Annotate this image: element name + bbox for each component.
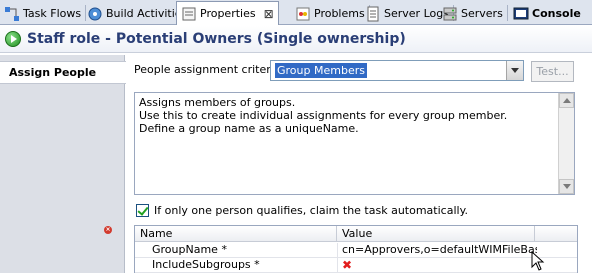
error-icon: × <box>104 226 112 234</box>
tab-label: Problems <box>314 7 365 20</box>
tab-label: Servers <box>461 7 503 20</box>
tab-servers[interactable]: Servers <box>438 2 508 25</box>
task-flows-icon <box>4 6 20 22</box>
param-value[interactable]: ✖ <box>337 258 537 273</box>
tab-task-flows[interactable]: Task Flows <box>0 2 87 25</box>
description-line: Assigns members of groups. <box>139 96 296 109</box>
column-header-value[interactable]: Value <box>337 226 535 242</box>
auto-claim-checkbox[interactable] <box>136 204 149 217</box>
properties-icon <box>181 6 197 22</box>
description-textarea[interactable]: Assigns members of groups. Use this to c… <box>134 92 575 195</box>
mouse-cursor-icon <box>531 251 545 271</box>
column-header-filler <box>535 226 577 242</box>
sidebar-item-assign-people[interactable]: Assign People <box>0 61 126 84</box>
scroll-down-icon[interactable] <box>559 179 574 194</box>
tab-properties[interactable]: Properties ⊠ <box>176 1 279 25</box>
param-name: IncludeSubgroups * <box>152 258 260 271</box>
tab-problems[interactable]: Problems <box>291 2 370 25</box>
run-icon <box>5 31 21 47</box>
close-icon[interactable]: ⊠ <box>264 7 274 21</box>
description-line: Define a group name as a uniqueName. <box>139 122 359 135</box>
build-activities-icon <box>87 6 103 22</box>
criteria-selected-value: Group Members <box>275 63 367 78</box>
description-line: Use this to create individual assignment… <box>139 109 508 122</box>
problems-icon <box>295 6 311 22</box>
editor-header: Staff role - Potential Owners (Single ow… <box>0 26 592 53</box>
vertical-scrollbar[interactable] <box>558 93 574 194</box>
tab-label: Task Flows <box>23 7 82 20</box>
view-tab-strip: Task Flows Build Activities Properties ⊠… <box>0 0 592 25</box>
error-x-icon: ✖ <box>342 258 353 272</box>
console-icon <box>513 6 529 22</box>
page-title: Staff role - Potential Owners (Single ow… <box>27 31 406 47</box>
table-row[interactable]: GroupName * cn=Approvers,o=defaultWIMFil… <box>135 243 577 258</box>
table-row[interactable]: IncludeSubgroups * ✖ <box>135 258 577 273</box>
scroll-up-icon[interactable] <box>559 93 574 108</box>
test-button[interactable]: Test... <box>531 61 574 82</box>
auto-claim-label: If only one person qualifies, claim the … <box>154 204 469 217</box>
sidebar: Assign People <box>0 55 126 273</box>
tab-label: Properties <box>200 7 256 20</box>
tab-label: Console <box>532 7 581 20</box>
tab-console[interactable]: Console <box>509 2 585 25</box>
column-header-name[interactable]: Name <box>135 226 337 242</box>
parameters-table: Name Value GroupName * cn=Approvers,o=de… <box>134 225 578 273</box>
chevron-down-icon[interactable] <box>506 61 523 80</box>
servers-icon <box>442 6 458 22</box>
criteria-label: People assignment criteria: <box>134 63 285 76</box>
param-name: GroupName * <box>152 243 227 256</box>
param-value[interactable]: cn=Approvers,o=defaultWIMFileBas... <box>337 243 537 258</box>
criteria-select[interactable]: Group Members <box>270 60 524 81</box>
server-logs-icon <box>365 6 381 22</box>
